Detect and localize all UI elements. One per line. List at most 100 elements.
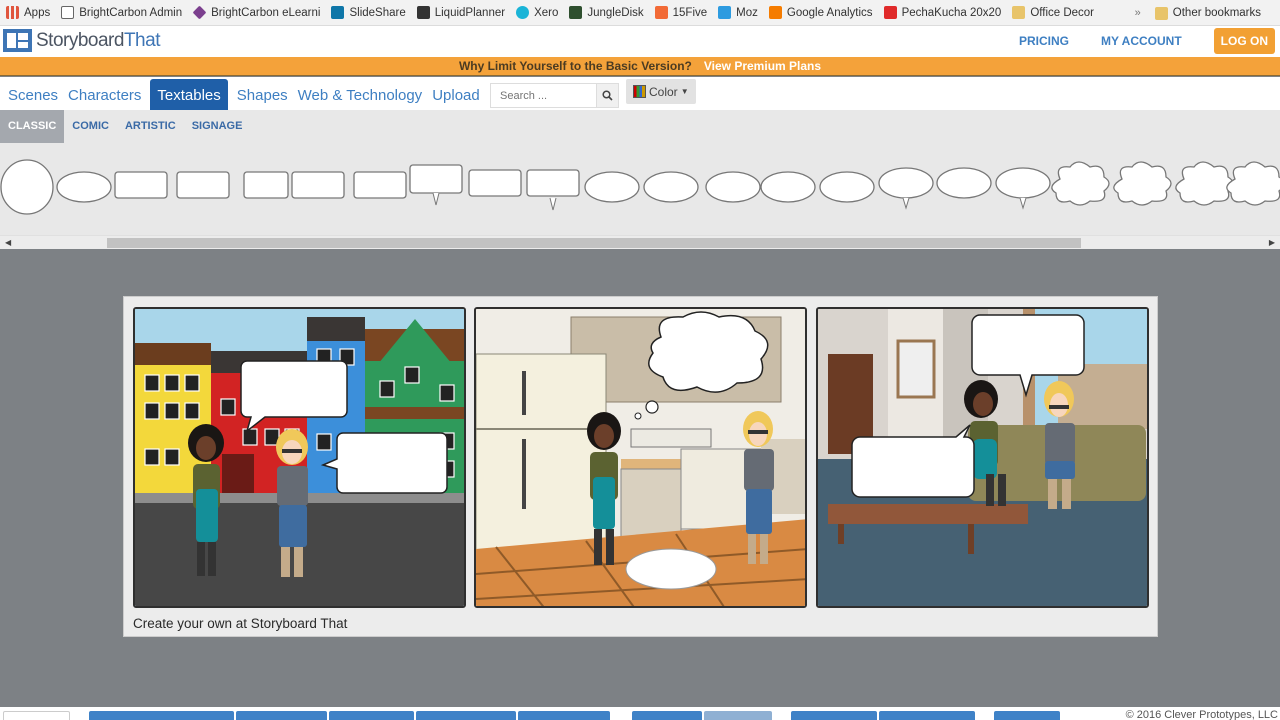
building-window: [164, 374, 180, 392]
color-dropdown[interactable]: Color ▼: [626, 79, 696, 104]
subtab-signage[interactable]: SIGNAGE: [184, 110, 251, 143]
textable-cloud-dots-left[interactable]: [1175, 161, 1234, 206]
toolbar-button-4[interactable]: [416, 711, 516, 720]
pricing-link[interactable]: PRICING: [1019, 34, 1069, 48]
toolbar-button-5[interactable]: [518, 711, 610, 720]
textable-oval[interactable]: [0, 159, 54, 215]
textable-oval-tail-br[interactable]: [584, 171, 640, 203]
logo-icon: [3, 29, 32, 52]
bookmark-item[interactable]: 15Five: [654, 6, 708, 19]
storyboard-cell-3[interactable]: [816, 307, 1149, 608]
toolbar-button-1[interactable]: [89, 711, 234, 720]
bookmark-item[interactable]: BrightCarbon eLearni: [192, 5, 320, 20]
storyboard-cell-2[interactable]: [474, 307, 807, 608]
page-icon: [61, 6, 75, 19]
building-window: [164, 448, 180, 466]
bookmark-item[interactable]: PechaKucha 20x20: [883, 6, 1001, 19]
picture-frame: [896, 339, 936, 399]
subtab-classic[interactable]: CLASSIC: [0, 110, 65, 143]
view-premium-plans-link[interactable]: View Premium Plans: [704, 59, 821, 73]
scroll-left-icon[interactable]: ◀: [5, 238, 11, 247]
folder-icon: [1154, 6, 1168, 20]
bookmark-label: Office Decor: [1030, 6, 1095, 19]
tab-shapes[interactable]: Shapes: [232, 79, 293, 110]
toolbar-button-8[interactable]: [994, 711, 1060, 720]
color-swatch-icon: [633, 85, 646, 98]
textable-rect-tail-tr[interactable]: [291, 171, 345, 199]
bookmark-label: Xero: [534, 6, 559, 19]
bookmark-label: Apps: [24, 6, 51, 19]
textable-rect-tail-bl[interactable]: [176, 171, 230, 199]
search-input[interactable]: [490, 83, 597, 108]
color-label: Color: [649, 84, 678, 99]
promo-banner: Why Limit Yourself to the Basic Version?…: [0, 57, 1280, 76]
textable-oval-tail-left[interactable]: [705, 171, 761, 203]
subtab-artistic[interactable]: ARTISTIC: [117, 110, 184, 143]
other-bookmarks[interactable]: Other bookmarks: [1154, 6, 1261, 20]
scroll-right-icon[interactable]: ▶: [1269, 238, 1275, 247]
building-window: [144, 448, 160, 466]
bookmark-item[interactable]: Moz: [718, 6, 758, 19]
palette-scrollbar[interactable]: ◀ ▶: [0, 235, 1280, 249]
analytics-icon: [768, 6, 782, 19]
15five-icon: [654, 6, 668, 19]
toolbar-button-3[interactable]: [329, 711, 414, 720]
bookmark-item[interactable]: LiquidPlanner: [416, 6, 505, 19]
white-cat: [625, 548, 717, 590]
toolbar-button-undo[interactable]: [632, 711, 702, 720]
log-on-button[interactable]: LOG ON: [1213, 28, 1275, 54]
textable-rect-tail-three[interactable]: [526, 169, 580, 197]
bookmark-item[interactable]: SlideShare: [331, 6, 406, 19]
bookmark-label: 15Five: [672, 6, 708, 19]
textable-oval-tail-bl[interactable]: [643, 171, 699, 203]
textable-cloud-dots-br[interactable]: [1051, 161, 1110, 206]
bookmark-item[interactable]: Office Decor: [1012, 6, 1094, 19]
toolbar-button-home[interactable]: [3, 711, 70, 720]
bookmark-item[interactable]: BrightCarbon Admin: [61, 6, 182, 19]
site-header: StoryboardThat PRICING MY ACCOUNT LOG ON: [0, 26, 1280, 57]
bookmark-item[interactable]: Xero: [516, 6, 558, 19]
bookmarks-bar: Apps BrightCarbon Admin BrightCarbon eLear…: [0, 0, 1280, 26]
textable-oval[interactable]: [56, 171, 112, 203]
textable-oval-tail-both[interactable]: [936, 167, 992, 199]
bookmark-item[interactable]: JungleDisk: [569, 6, 644, 19]
textable-rect-tail-br[interactable]: [114, 171, 168, 199]
scrollbar-thumb[interactable]: [107, 238, 1081, 248]
logo[interactable]: StoryboardThat: [3, 29, 160, 52]
search-button[interactable]: [597, 83, 619, 108]
my-account-link[interactable]: MY ACCOUNT: [1101, 34, 1182, 48]
textable-rect-tail-tl[interactable]: [353, 171, 407, 199]
textable-rect-tail-both[interactable]: [468, 169, 522, 197]
textable-oval-tail-tr[interactable]: [760, 171, 816, 203]
storyboard: Create your own at Storyboard That: [123, 296, 1158, 637]
coffee-table: [828, 504, 1028, 524]
bookmark-label: JungleDisk: [587, 6, 644, 19]
toolbar-button-redo[interactable]: [704, 711, 772, 720]
tab-upload[interactable]: Upload: [427, 79, 485, 110]
textable-oval-tail-three[interactable]: [995, 167, 1051, 199]
library-tabs: Scenes Characters Textables Shapes Web &…: [0, 77, 1280, 110]
storyboard-cell-1[interactable]: [133, 307, 466, 608]
tree-icon: [569, 6, 583, 19]
textable-oval-tail-bottom[interactable]: [878, 167, 934, 199]
toolbar-button-6[interactable]: [791, 711, 877, 720]
bookmark-item[interactable]: Google Analytics: [768, 6, 873, 19]
tab-scenes[interactable]: Scenes: [3, 79, 63, 110]
toolbar-button-7[interactable]: [879, 711, 975, 720]
bookmark-item[interactable]: Apps: [6, 6, 50, 19]
caret-down-icon: ▼: [680, 87, 689, 96]
textable-oval-tail-tl[interactable]: [819, 171, 875, 203]
bookmark-label: Google Analytics: [786, 6, 873, 19]
tab-textables[interactable]: Textables: [150, 79, 228, 110]
textable-rect-tail-left[interactable]: [243, 171, 289, 199]
textable-cloud-dots-bl[interactable]: [1113, 161, 1172, 206]
linkedin-icon: [331, 6, 345, 19]
subtab-comic[interactable]: COMIC: [64, 110, 117, 143]
tab-characters[interactable]: Characters: [63, 79, 146, 110]
bookmarks-overflow-button[interactable]: »: [1135, 7, 1141, 19]
toolbar-button-2[interactable]: [236, 711, 327, 720]
promo-text: Why Limit Yourself to the Basic Version?: [458, 59, 692, 73]
textable-cloud-dots-tr[interactable]: [1226, 161, 1280, 206]
tab-web-technology[interactable]: Web & Technology: [293, 79, 428, 110]
textable-rect-tail-bottom[interactable]: [409, 164, 463, 194]
